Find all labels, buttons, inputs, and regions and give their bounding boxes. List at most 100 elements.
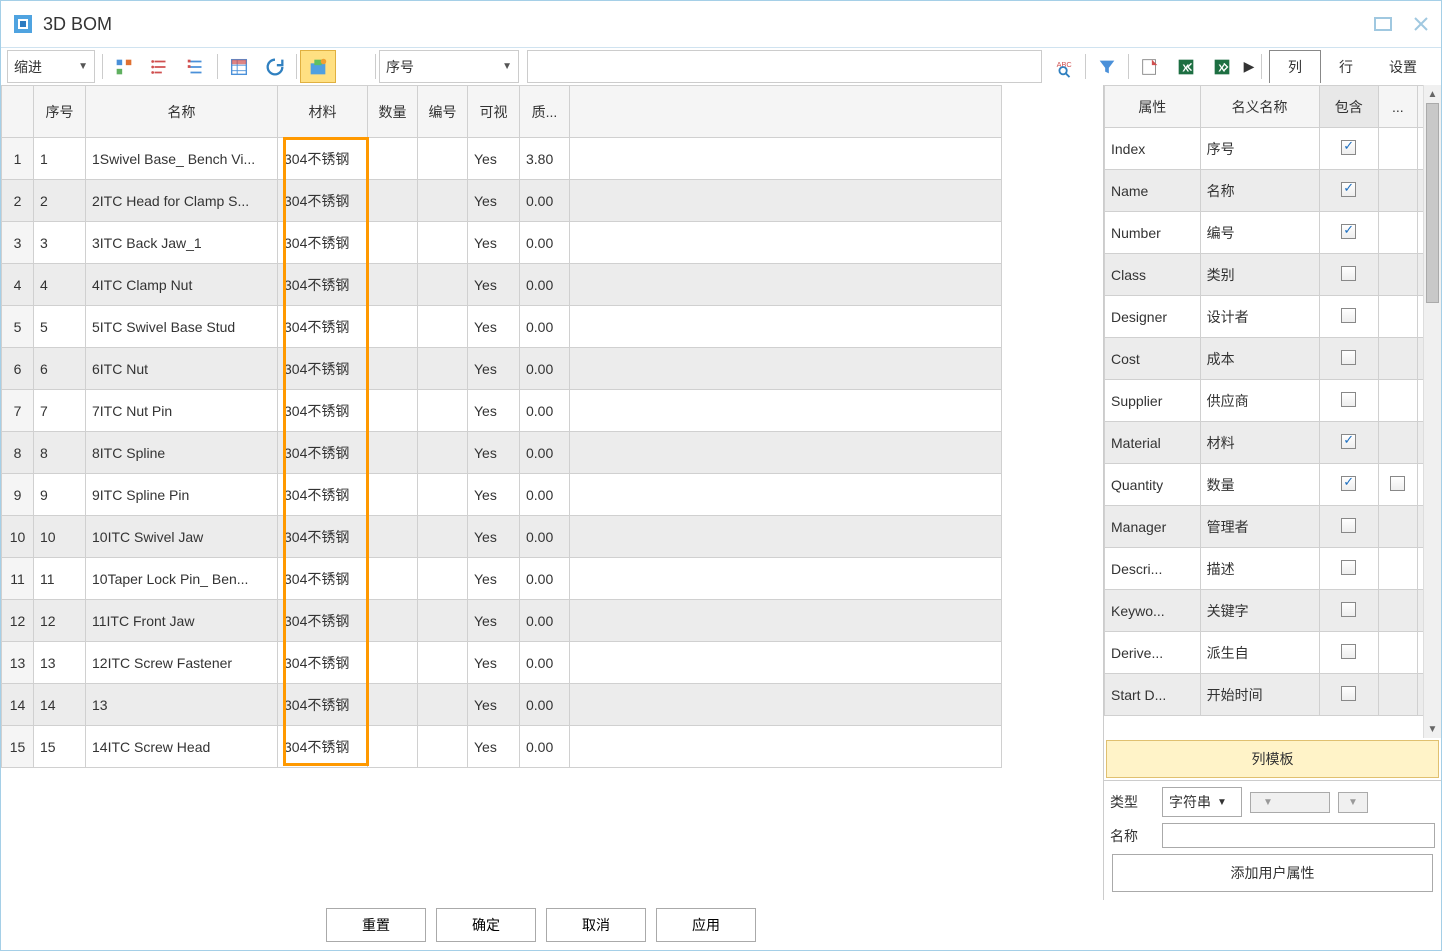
column-template-button[interactable]: 列模板 — [1106, 740, 1439, 778]
cancel-button[interactable]: 取消 — [546, 908, 646, 942]
col-header-number[interactable]: 编号 — [418, 86, 468, 138]
table-row[interactable]: 888ITC Spline304不锈钢Yes0.00 — [2, 432, 1002, 474]
close-icon[interactable] — [1411, 14, 1431, 34]
prop-row[interactable]: Class类别 — [1105, 254, 1441, 296]
include-checkbox[interactable] — [1341, 266, 1356, 281]
include-checkbox[interactable] — [1341, 308, 1356, 323]
ok-button[interactable]: 确定 — [436, 908, 536, 942]
scrollbar[interactable]: ▲ ▼ — [1423, 85, 1441, 738]
bom-table[interactable]: 序号名称材料数量编号可视质...111Swivel Base_ Bench Vi… — [1, 85, 1002, 768]
table-row[interactable]: 101010ITC Swivel Jaw304不锈钢Yes0.00 — [2, 516, 1002, 558]
prop-row[interactable]: Derive...派生自 — [1105, 632, 1441, 674]
col-header-mass[interactable]: 质... — [520, 86, 570, 138]
include-checkbox[interactable] — [1341, 476, 1356, 491]
prop-row[interactable]: Manager管理者 — [1105, 506, 1441, 548]
list-button[interactable] — [178, 50, 214, 83]
type-combo-3: ▼ — [1338, 792, 1368, 813]
prop-header-attr[interactable]: 属性 — [1105, 86, 1201, 128]
col-header-material[interactable]: 材料 — [278, 86, 368, 138]
more-checkbox[interactable] — [1390, 476, 1405, 491]
include-checkbox[interactable] — [1341, 686, 1356, 701]
col-header-seq[interactable]: 序号 — [34, 86, 86, 138]
prop-row[interactable]: Designer设计者 — [1105, 296, 1441, 338]
spacer1 — [336, 50, 372, 83]
filter-button[interactable] — [1089, 50, 1125, 83]
toolbar-overflow-button[interactable]: ▶ — [1240, 50, 1258, 83]
chevron-down-icon: ▼ — [78, 61, 88, 72]
table-row[interactable]: 444ITC Clamp Nut304不锈钢Yes0.00 — [2, 264, 1002, 306]
include-checkbox[interactable] — [1341, 392, 1356, 407]
prop-row[interactable]: Index序号 — [1105, 128, 1441, 170]
excel-export-button[interactable]: X — [1204, 50, 1240, 83]
indent-combo[interactable]: 缩进 ▼ — [7, 50, 95, 83]
include-checkbox[interactable] — [1341, 182, 1356, 197]
excel-import-button[interactable]: X — [1168, 50, 1204, 83]
name-input[interactable] — [1162, 823, 1435, 848]
property-table[interactable]: 属性名义名称包含...Index序号Name名称Number编号Class类别D… — [1104, 85, 1441, 716]
table-button[interactable] — [221, 50, 257, 83]
table-row[interactable]: 666ITC Nut304不锈钢Yes0.00 — [2, 348, 1002, 390]
table-row[interactable]: 131312ITC Screw Fastener304不锈钢Yes0.00 — [2, 642, 1002, 684]
type-combo-2: ▼ — [1250, 792, 1330, 813]
prop-header-more[interactable]: ... — [1378, 86, 1417, 128]
type-combo[interactable]: 字符串 ▼ — [1162, 787, 1242, 817]
prop-row[interactable]: Supplier供应商 — [1105, 380, 1441, 422]
prop-row[interactable]: Quantity数量 — [1105, 464, 1441, 506]
include-checkbox[interactable] — [1341, 602, 1356, 617]
reset-button[interactable]: 重置 — [326, 908, 426, 942]
include-checkbox[interactable] — [1341, 350, 1356, 365]
minimize-icon[interactable] — [1373, 14, 1393, 34]
include-checkbox[interactable] — [1341, 140, 1356, 155]
side-panel: 属性名义名称包含...Index序号Name名称Number编号Class类别D… — [1103, 85, 1441, 900]
refresh-button[interactable] — [257, 50, 293, 83]
search-input[interactable] — [527, 50, 1042, 83]
prop-row[interactable]: Start D...开始时间 — [1105, 674, 1441, 716]
include-checkbox[interactable] — [1341, 560, 1356, 575]
table-row[interactable]: 999ITC Spline Pin304不锈钢Yes0.00 — [2, 474, 1002, 516]
table-row[interactable]: 141413304不锈钢Yes0.00 — [2, 684, 1002, 726]
table-row[interactable]: 333ITC Back Jaw_1304不锈钢Yes0.00 — [2, 222, 1002, 264]
col-header-blank[interactable] — [570, 86, 1002, 138]
main: 序号名称材料数量编号可视质...111Swivel Base_ Bench Vi… — [1, 85, 1441, 900]
collapse-tree-button[interactable] — [142, 50, 178, 83]
prop-row[interactable]: Name名称 — [1105, 170, 1441, 212]
col-header-visible[interactable]: 可视 — [468, 86, 520, 138]
prop-header-include[interactable]: 包含 — [1319, 86, 1378, 128]
prop-row[interactable]: Number编号 — [1105, 212, 1441, 254]
prop-row[interactable]: Descri...描述 — [1105, 548, 1441, 590]
tab-rows[interactable]: 行 — [1321, 50, 1371, 83]
col-header-name[interactable]: 名称 — [86, 86, 278, 138]
export-button[interactable] — [1132, 50, 1168, 83]
form-area: 类型 字符串 ▼ ▼ ▼ 名称 添加用户属性 — [1104, 780, 1441, 900]
table-row[interactable]: 111Swivel Base_ Bench Vi...304不锈钢Yes3.80 — [2, 138, 1002, 180]
app-icon — [11, 12, 35, 36]
sort-label: 序号 — [386, 57, 414, 77]
grid-area: 序号名称材料数量编号可视质...111Swivel Base_ Bench Vi… — [1, 85, 1103, 900]
include-checkbox[interactable] — [1341, 224, 1356, 239]
add-property-button[interactable]: 添加用户属性 — [1112, 854, 1433, 892]
table-row[interactable]: 222ITC Head for Clamp S...304不锈钢Yes0.00 — [2, 180, 1002, 222]
prop-row[interactable]: Cost成本 — [1105, 338, 1441, 380]
include-checkbox[interactable] — [1341, 518, 1356, 533]
sort-combo[interactable]: 序号 ▼ — [379, 50, 519, 83]
tab-columns[interactable]: 列 — [1269, 50, 1321, 83]
expand-tree-button[interactable] — [106, 50, 142, 83]
table-row[interactable]: 151514ITC Screw Head304不锈钢Yes0.00 — [2, 726, 1002, 768]
prop-header-nominal[interactable]: 名义名称 — [1200, 86, 1319, 128]
table-row[interactable]: 777ITC Nut Pin304不锈钢Yes0.00 — [2, 390, 1002, 432]
tab-settings[interactable]: 设置 — [1371, 50, 1435, 83]
prop-row[interactable]: Material材料 — [1105, 422, 1441, 464]
table-row[interactable]: 111110Taper Lock Pin_ Ben...304不锈钢Yes0.0… — [2, 558, 1002, 600]
indent-label: 缩进 — [14, 57, 42, 77]
col-header-qty[interactable]: 数量 — [368, 86, 418, 138]
prop-row[interactable]: Keywo...关键字 — [1105, 590, 1441, 632]
chevron-down-icon: ▼ — [502, 61, 512, 72]
apply-button[interactable]: 应用 — [656, 908, 756, 942]
find-button[interactable]: ABC — [1046, 50, 1082, 83]
include-checkbox[interactable] — [1341, 434, 1356, 449]
col-header-blank[interactable] — [2, 86, 34, 138]
table-row[interactable]: 555ITC Swivel Base Stud304不锈钢Yes0.00 — [2, 306, 1002, 348]
include-checkbox[interactable] — [1341, 644, 1356, 659]
table-row[interactable]: 121211ITC Front Jaw304不锈钢Yes0.00 — [2, 600, 1002, 642]
highlight-button[interactable] — [300, 50, 336, 83]
